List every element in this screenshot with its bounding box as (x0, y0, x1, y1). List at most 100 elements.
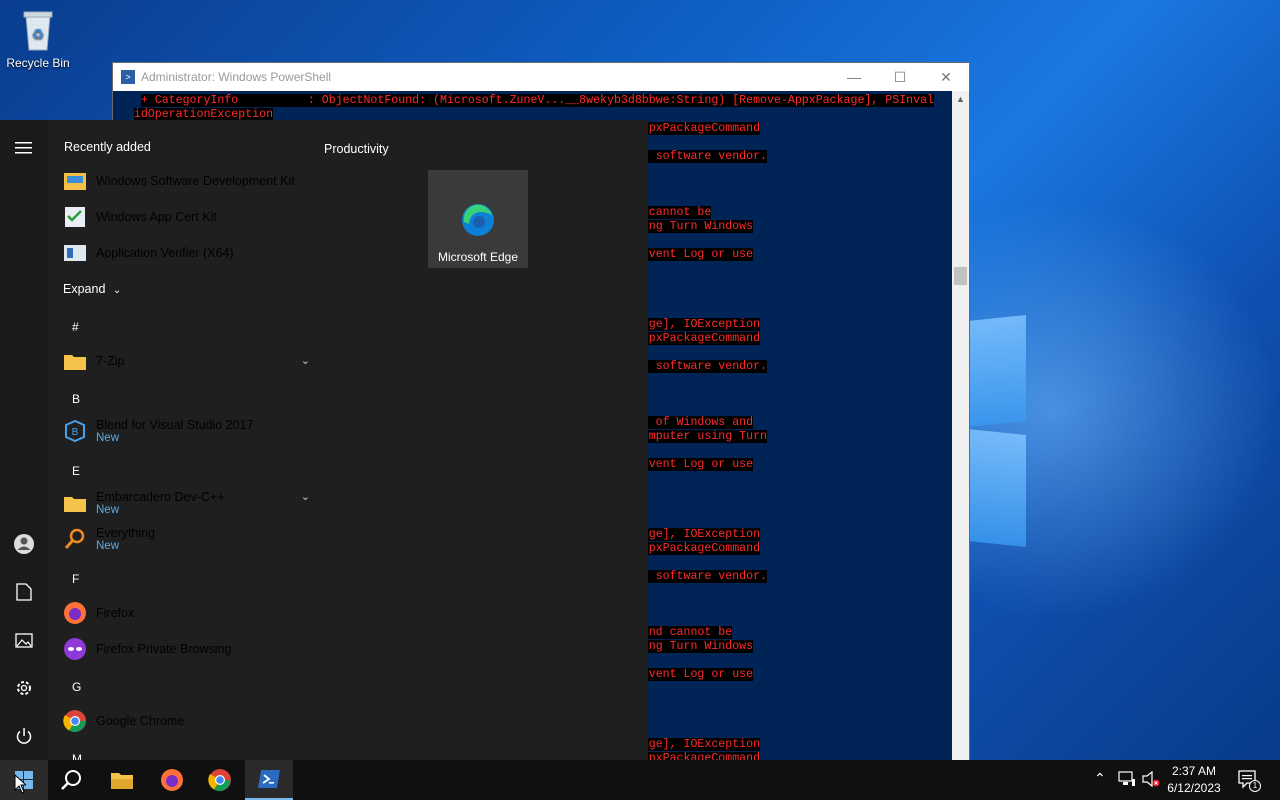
app-name: Blend for Visual Studio 2017 (96, 418, 254, 432)
new-badge: New (96, 504, 120, 516)
recently-added-header: Recently added (64, 140, 151, 154)
app-item-firefox[interactable]: Firefox (62, 600, 308, 626)
app-name: Google Chrome (96, 714, 185, 728)
tile-group-header[interactable]: Productivity (324, 142, 389, 156)
group-letter[interactable]: M (72, 752, 82, 760)
mouse-cursor-icon (14, 774, 26, 794)
app-name: Embarcadero Dev-C++ (96, 490, 225, 504)
minimize-button[interactable]: — (831, 63, 877, 91)
clock[interactable]: 2:37 AM 6/12/2023 (1164, 764, 1224, 795)
group-letter[interactable]: F (72, 572, 79, 586)
show-hidden-icons-button[interactable]: ⌃ (1094, 770, 1106, 787)
desktop-icon-recycle-bin[interactable]: ♻ Recycle Bin (0, 8, 76, 70)
close-button[interactable]: ✕ (923, 63, 969, 91)
app-item-app-cert-kit[interactable]: Windows App Cert Kit (62, 204, 308, 230)
start-rail (0, 120, 48, 760)
action-center-button[interactable]: 1 (1238, 770, 1261, 795)
powershell-icon: > (121, 70, 135, 84)
network-status[interactable] (1118, 771, 1136, 792)
vertical-scrollbar[interactable]: ▲ ▼ (952, 91, 969, 791)
app-name: 7-Zip (96, 354, 125, 368)
clock-date: 6/12/2023 (1167, 781, 1221, 795)
magnifier-icon (62, 526, 88, 552)
desktop-icon-label: Recycle Bin (6, 56, 70, 70)
scrollbar-thumb[interactable] (954, 267, 967, 285)
pictures-button[interactable] (0, 618, 48, 662)
pictures-icon (15, 632, 33, 648)
chevron-up-icon: ⌃ (1094, 770, 1106, 786)
svg-text:♻: ♻ (32, 26, 45, 42)
folder-icon (62, 348, 88, 374)
expand-button[interactable]: Expand ⌄ (63, 282, 121, 296)
app-name: Windows Software Development Kit (96, 174, 295, 188)
app-item-app-verifier[interactable]: Application Verifier (X64) (62, 240, 308, 266)
app-item-dev-cpp[interactable]: Embarcadero Dev-C++ New ⌄ (62, 490, 310, 516)
expand-label: Expand (63, 282, 106, 296)
file-explorer-icon (111, 773, 133, 789)
window-title: Administrator: Windows PowerShell (141, 70, 332, 84)
app-item-firefox-private[interactable]: Firefox Private Browsing (62, 636, 308, 662)
window-titlebar[interactable]: > Administrator: Windows PowerShell — ☐ … (113, 63, 969, 91)
blend-icon: B (62, 418, 88, 444)
group-letter[interactable]: E (72, 464, 80, 478)
app-item-everything[interactable]: Everything New (62, 526, 308, 552)
firefox-icon (62, 600, 88, 626)
cert-kit-icon (62, 204, 88, 230)
power-button[interactable] (0, 714, 48, 758)
wallpaper-logo-pane (968, 428, 1026, 548)
wallpaper-logo-pane (968, 314, 1026, 428)
recycle-bin-icon: ♻ (18, 8, 58, 52)
taskbar-file-explorer[interactable] (98, 760, 146, 800)
chrome-icon (208, 769, 231, 791)
powershell-icon (258, 770, 280, 788)
power-icon (16, 728, 32, 744)
console-line: + CategoryInfo : ObjectNotFound: (Micros… (140, 94, 934, 107)
tile-label: Microsoft Edge (437, 250, 519, 264)
search-icon (61, 770, 81, 790)
svg-text:B: B (72, 427, 79, 438)
app-item-7zip[interactable]: 7-Zip ⌄ (62, 348, 310, 374)
settings-button[interactable] (0, 666, 48, 710)
scroll-up-arrow-icon[interactable]: ▲ (952, 91, 969, 108)
clock-time: 2:37 AM (1171, 764, 1217, 778)
group-letter[interactable]: G (72, 680, 81, 694)
notification-count-badge: 1 (1249, 780, 1261, 792)
app-item-windows-sdk[interactable]: Windows Software Development Kit (62, 168, 308, 194)
group-letter[interactable]: B (72, 392, 80, 406)
volume-control[interactable] (1142, 770, 1160, 792)
chevron-down-icon[interactable]: ⌄ (301, 354, 310, 367)
hamburger-icon (15, 142, 32, 154)
chevron-down-icon[interactable]: ⌄ (301, 490, 310, 503)
firefox-private-icon (62, 636, 88, 662)
taskbar-chrome[interactable] (196, 760, 244, 800)
taskbar-firefox[interactable] (148, 760, 196, 800)
app-name: Application Verifier (X64) (96, 246, 234, 260)
group-letter[interactable]: # (72, 320, 79, 334)
volume-muted-icon (1142, 770, 1160, 788)
documents-button[interactable] (0, 570, 48, 614)
app-name: Everything (96, 526, 156, 540)
network-icon (1118, 771, 1135, 786)
document-icon (16, 583, 32, 601)
start-menu: Recently added Windows Software Developm… (0, 120, 648, 760)
chrome-icon (62, 708, 88, 734)
app-item-google-chrome[interactable]: Google Chrome (62, 708, 308, 734)
taskbar-powershell[interactable] (245, 760, 293, 800)
user-account-icon (14, 534, 34, 554)
hamburger-menu-button[interactable] (0, 126, 48, 170)
app-verifier-icon (62, 240, 88, 266)
search-button[interactable] (48, 760, 96, 800)
tile-microsoft-edge[interactable]: Microsoft Edge (428, 170, 528, 268)
app-item-blend[interactable]: B Blend for Visual Studio 2017 New (62, 418, 308, 444)
app-name: Firefox Private Browsing (96, 642, 232, 656)
new-badge: New (96, 540, 120, 552)
app-name: Firefox (96, 606, 135, 620)
app-name: Windows App Cert Kit (96, 210, 217, 224)
chevron-down-icon: ⌄ (112, 285, 122, 296)
account-button[interactable] (0, 522, 48, 566)
edge-icon (462, 204, 494, 236)
maximize-button[interactable]: ☐ (877, 63, 923, 91)
sdk-icon (62, 168, 88, 194)
taskbar: ⌃ 2:37 AM 6/12/2023 1 (0, 760, 1280, 800)
folder-icon (62, 490, 88, 516)
